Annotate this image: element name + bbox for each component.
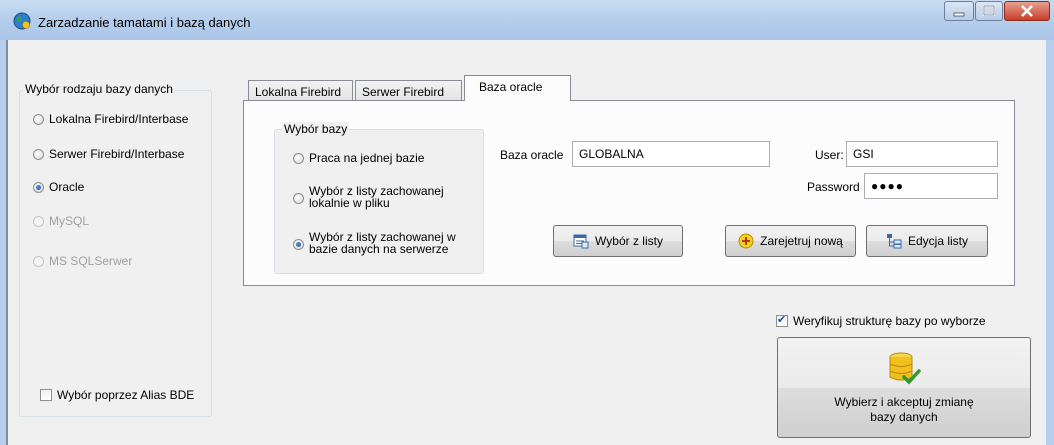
checkbox-label: Wybór poprzez Alias BDE [57,388,195,402]
register-new-button[interactable]: Zarejetruj nową [725,225,856,257]
radio-label: Praca na jednej bazie [309,151,425,165]
list-window-icon [573,234,589,249]
db-oracle-field[interactable]: GLOBALNA [572,141,770,167]
radio-button [33,216,44,227]
password-label: Password [807,180,860,194]
radio-label: Wybór z listy zachowanej w bazie danych … [309,230,456,256]
maximize-button[interactable] [975,1,1003,21]
checkbox-box[interactable] [776,313,788,327]
radio-button[interactable] [293,239,304,250]
accept-label-line2: bazy danych [870,409,938,424]
minimize-icon [953,12,965,17]
tab-local-firebird[interactable]: Lokalna Firebird [248,80,353,102]
button-label: Edycja listy [907,234,969,248]
user-label: User: [815,148,844,162]
tab-server-firebird[interactable]: Serwer Firebird [355,80,462,102]
radio-label: Lokalna Firebird/Interbase [49,112,189,126]
radio-button[interactable] [33,114,44,125]
radio-button[interactable] [293,153,304,164]
title-bar[interactable]: Zarzadzanie tamatami i bazą danych [0,0,1054,40]
tab-label: Lokalna Firebird [255,85,342,99]
radio-button[interactable] [33,149,44,160]
alias-bde-checkbox[interactable]: Wybór poprzez Alias BDE [40,388,194,402]
radio-oracle[interactable]: Oracle [33,180,84,194]
database-check-icon [889,352,921,385]
db-type-group-title: Wybór rodzaju bazy danych [23,82,175,96]
radio-label: MySQL [49,214,90,228]
button-label: Zarejetruj nową [760,234,843,248]
radio-mysql: MySQL [33,214,89,228]
main-window: Zarzadzanie tamatami i bazą danych Wybór… [0,0,1054,445]
add-circle-icon [738,233,754,249]
accept-label-line1: Wybierz i akceptuj zmianę [834,394,974,409]
checkbox-label: Weryfikuj strukturę bazy po wyborze [793,314,986,328]
button-label: Wybór z listy [595,234,663,248]
radio-label: Wybór z listy zachowanej lokalnie w plik… [309,184,444,210]
radio-button[interactable] [33,182,44,193]
radio-local-file-list[interactable]: Wybór z listy zachowanej lokalnie w plik… [293,185,478,209]
pick-from-list-button[interactable]: Wybór z listy [553,225,683,257]
radio-label: MS SQLSerwer [49,254,133,268]
radio-ms-sqlserver: MS SQLSerwer [33,254,132,268]
maximize-icon [983,5,995,16]
radio-server-list[interactable]: Wybór z listy zachowanej w bazie danych … [293,231,478,255]
tree-list-icon [886,234,902,249]
window-left-border-shadow [6,40,8,445]
radio-label: Oracle [49,180,85,194]
tab-oracle[interactable]: Baza oracle [464,75,571,101]
checkbox-box[interactable] [40,389,52,401]
close-button[interactable] [1004,1,1050,21]
minimize-button[interactable] [944,1,974,21]
radio-label: Serwer Firebird/Interbase [49,147,185,161]
tab-label: Serwer Firebird [362,85,445,99]
radio-button[interactable] [293,193,304,204]
password-field[interactable]: ●●●● [864,173,998,199]
db-choice-group-title: Wybór bazy [282,122,350,136]
window-right-border [1046,40,1054,445]
close-icon [1021,5,1033,17]
tab-label: Baza oracle [479,80,543,94]
globe-icon [13,12,31,30]
db-oracle-label: Baza oracle [500,148,564,162]
window-title: Zarzadzanie tamatami i bazą danych [38,15,251,30]
edit-list-button[interactable]: Edycja listy [866,225,988,257]
accept-change-button[interactable]: Wybierz i akceptuj zmianę bazy danych [777,337,1031,438]
radio-button [33,256,44,267]
user-field[interactable]: GSI [846,141,998,167]
radio-server-firebird[interactable]: Serwer Firebird/Interbase [33,147,184,161]
radio-single-db[interactable]: Praca na jednej bazie [293,151,424,165]
verify-structure-checkbox[interactable]: Weryfikuj strukturę bazy po wyborze [776,313,986,328]
radio-local-firebird[interactable]: Lokalna Firebird/Interbase [33,112,188,126]
